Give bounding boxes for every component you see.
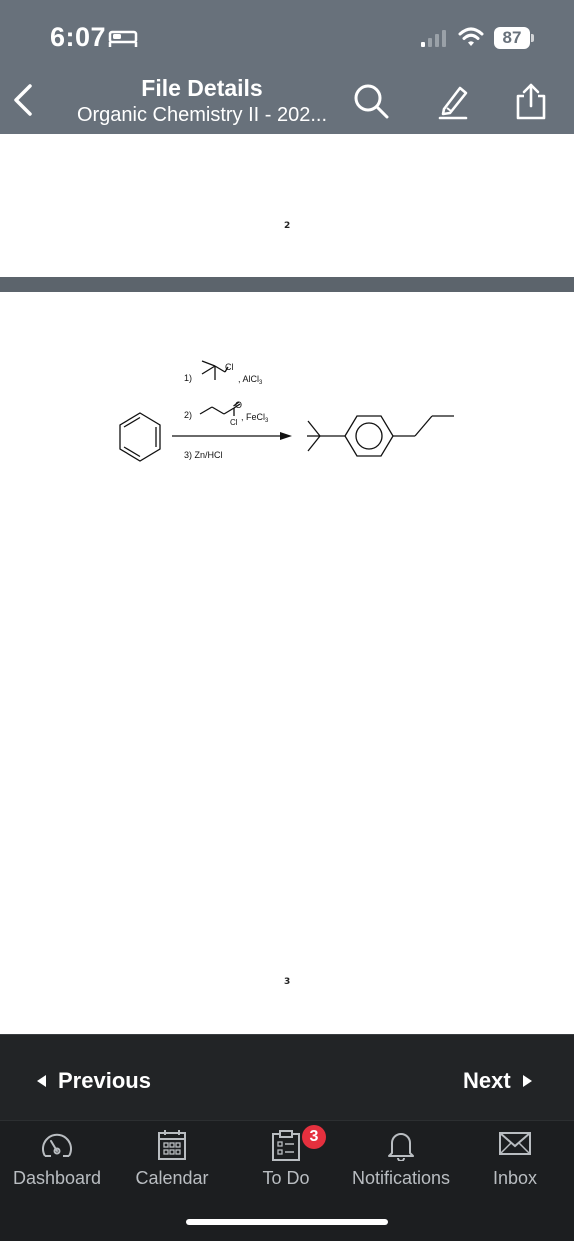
todo-clipboard-icon: [272, 1130, 300, 1161]
page-number: 2: [284, 221, 291, 231]
dashboard-gauge-icon: [42, 1133, 72, 1157]
previous-label: Previous: [58, 1068, 151, 1093]
tab-calendar[interactable]: Calendar: [115, 1121, 229, 1201]
triangle-left-icon: [37, 1075, 46, 1087]
wifi-icon: [458, 27, 484, 46]
step1-catalyst: , AlCl3: [238, 374, 263, 386]
tab-label: Calendar: [135, 1168, 209, 1188]
next-label: Next: [463, 1068, 511, 1093]
arrow-head: [280, 432, 292, 440]
tab-todo[interactable]: 3 To Do: [229, 1121, 343, 1201]
calendar-icon: [158, 1130, 186, 1160]
annotate-pen-icon[interactable]: [434, 82, 472, 120]
tab-label: Dashboard: [12, 1168, 102, 1188]
home-indicator[interactable]: [186, 1219, 388, 1225]
butanoyl-chloride-structure: [199, 401, 241, 416]
product-structure: [307, 415, 454, 457]
sleep-mode-icon: [108, 30, 138, 47]
envelope-icon: [499, 1132, 531, 1155]
bell-icon: [388, 1133, 414, 1161]
top-header: 6:07 87 File Details Organic Chemistry I…: [0, 0, 574, 134]
step1-catalyst-text: , AlCl: [238, 374, 259, 384]
page-separator: [0, 277, 574, 292]
file-name-subtitle: Organic Chemistry II - 202...: [76, 104, 328, 126]
battery-tip: [531, 34, 534, 42]
step1-label: 1): [184, 373, 192, 383]
step2-chlorine: Cl: [230, 418, 238, 427]
app-screen: 6:07 87 File Details Organic Chemistry I…: [0, 0, 574, 1241]
previous-button[interactable]: Previous: [36, 1065, 151, 1097]
step1-catalyst-sub: 3: [259, 380, 263, 386]
share-icon[interactable]: [512, 82, 550, 120]
status-time: 6:07: [50, 22, 107, 52]
battery-indicator: 87: [494, 27, 534, 49]
step1-chlorine: Cl: [225, 362, 234, 372]
step2-oxygen: O: [235, 400, 242, 410]
tab-dashboard[interactable]: Dashboard: [0, 1121, 114, 1201]
todo-count-badge: 3: [302, 1125, 326, 1149]
battery-level: 87: [494, 27, 530, 49]
step2-catalyst: , FeCl3: [241, 412, 269, 424]
document-page-2: 2: [0, 134, 574, 277]
step2-catalyst-sub: 3: [265, 418, 269, 424]
reaction-scheme: 1) Cl , AlCl3 2) O Cl , FeCl3 3) Zn/HCl: [119, 360, 454, 462]
cellular-signal-icon: [421, 30, 446, 47]
triangle-right-icon: [522, 1075, 532, 1087]
tab-label: Inbox: [492, 1168, 538, 1188]
step3-label: 3) Zn/HCl: [184, 450, 223, 460]
page-navigation-bar: Previous Next: [0, 1034, 574, 1120]
step2-label: 2): [184, 410, 192, 420]
tab-notifications[interactable]: Notifications: [344, 1121, 458, 1201]
page-title: File Details: [141, 75, 263, 101]
page-number: 3: [284, 977, 291, 987]
next-button[interactable]: Next: [463, 1065, 533, 1097]
tab-label: Notifications: [351, 1168, 451, 1188]
tab-inbox[interactable]: Inbox: [458, 1121, 572, 1201]
benzene-structure: [119, 412, 161, 462]
tab-label: To Do: [262, 1168, 310, 1188]
search-icon[interactable]: [352, 82, 390, 120]
step2-catalyst-text: , FeCl: [241, 412, 265, 422]
